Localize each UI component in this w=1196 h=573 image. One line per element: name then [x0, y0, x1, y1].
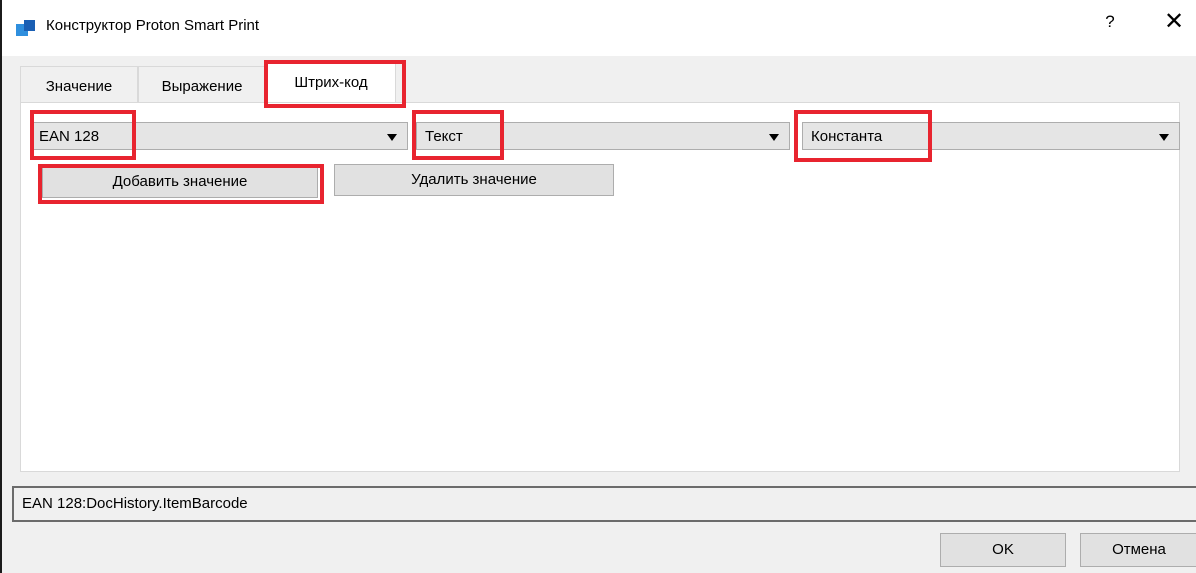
barcode-type-value: EAN 128	[39, 128, 100, 145]
barcode-type-select[interactable]: EAN 128	[30, 122, 408, 150]
dropdown-arrow-icon	[769, 134, 779, 141]
cancel-button[interactable]: Отмена	[1080, 533, 1196, 567]
value-kind-value: Константа	[811, 128, 883, 145]
dropdown-arrow-icon	[1159, 134, 1169, 141]
ok-button[interactable]: OK	[940, 533, 1066, 567]
barcode-tab-panel	[20, 102, 1180, 472]
app-logo-icon	[16, 18, 38, 40]
value-kind-select[interactable]: Константа	[802, 122, 1180, 150]
tab-barcode[interactable]: Штрих-код	[266, 60, 396, 104]
title-bar[interactable]: Конструктор Proton Smart Print ? ✕	[2, 0, 1196, 56]
tab-value[interactable]: Значение	[20, 66, 138, 102]
tab-expression[interactable]: Выражение	[138, 66, 266, 102]
expression-result-field: EAN 128:DocHistory.ItemBarcode	[12, 486, 1196, 522]
add-value-button[interactable]: Добавить значение	[42, 166, 318, 198]
dialog-window: Конструктор Proton Smart Print ? ✕ Значе…	[0, 0, 1196, 573]
close-icon[interactable]: ✕	[1162, 10, 1186, 34]
source-type-select[interactable]: Текст	[416, 122, 790, 150]
window-title: Конструктор Proton Smart Print	[46, 17, 260, 34]
help-button[interactable]: ?	[1098, 12, 1122, 32]
dropdown-arrow-icon	[387, 134, 397, 141]
remove-value-button[interactable]: Удалить значение	[334, 164, 614, 196]
source-type-value: Текст	[425, 128, 463, 145]
